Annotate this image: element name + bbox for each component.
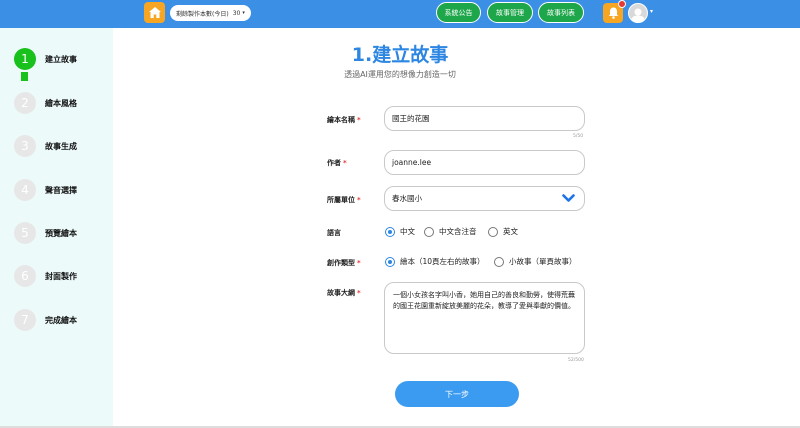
quota-label: 剩餘製作本數(今日) [176,10,229,18]
chevron-down-icon [562,194,575,202]
step-6[interactable]: 6 封面製作 [14,265,77,287]
nav-label: 故事列表 [547,8,575,17]
radio-dot [385,226,395,237]
language-label: 語言 [327,229,341,237]
step-label: 繪本風格 [45,98,77,108]
page-title: 1.建立故事 [351,44,449,66]
nav-label: 故事管理 [496,8,524,17]
step-number: 2 [14,92,36,114]
step-2[interactable]: 2 繪本風格 [14,92,77,114]
nav-label: 系統公告 [444,8,473,17]
next-button[interactable]: 下一步 [395,381,519,407]
step-label: 完成繪本 [45,315,77,325]
step-label: 預覽繪本 [45,228,77,238]
quota-badge[interactable]: 剩餘製作本數(今日) 30 ▾ [170,5,251,21]
language-radio-english[interactable]: 英文 [488,226,518,237]
story-name-input[interactable]: 國王的花園 [384,106,585,131]
unit-label: 所屬單位 * [327,196,361,204]
step-label: 聲音選擇 [45,185,77,195]
language-radio-zhuyin[interactable]: 中文含注音 [424,226,477,237]
step-number: 3 [14,135,36,157]
quota-value: 30 [232,9,241,17]
radio-dot [494,256,504,267]
nav-announcements-button[interactable]: 系統公告 [436,2,481,23]
outline-textarea[interactable]: 一個小女孩名字叫小香，她用自己的善良和勤勞，使得荒蕪的國王花園重新綻放美麗的花朵… [384,282,585,354]
top-bar: 剩餘製作本數(今日) 30 ▾ 系統公告 故事管理 故事列表 ▾ [0,0,800,28]
step-3[interactable]: 3 故事生成 [14,135,77,157]
radio-dot [488,226,498,237]
step-7[interactable]: 7 完成繪本 [14,309,77,331]
radio-label: 中文 [400,227,415,236]
type-radio-short-story[interactable]: 小故事（單頁故事） [494,256,577,267]
unit-value: 春水國小 [392,194,422,203]
author-value: joanne.lee [392,158,432,167]
home-button[interactable] [144,2,165,23]
step-5[interactable]: 5 預覽繪本 [14,222,77,244]
story-name-counter: 5/50 [573,134,584,139]
step-label: 封面製作 [45,271,77,281]
step-number: 5 [14,222,36,244]
step-number: 7 [14,309,36,331]
bell-icon [608,7,618,19]
step-number: 6 [14,265,36,287]
step-4[interactable]: 4 聲音選擇 [14,179,77,201]
chevron-down-icon: ▾ [242,10,245,16]
language-radio-chinese[interactable]: 中文 [385,226,415,237]
notification-button[interactable] [603,0,626,23]
chevron-down-icon[interactable]: ▾ [650,8,653,15]
nav-story-list-button[interactable]: 故事列表 [538,2,584,23]
type-label: 創作類型 * [327,259,361,267]
radio-dot [424,226,434,237]
notification-badge [618,0,626,8]
avatar[interactable] [628,3,648,23]
author-input[interactable]: joanne.lee [384,150,585,175]
radio-label: 中文含注音 [439,227,477,236]
story-name-value: 國王的花園 [392,114,430,123]
outline-label: 故事大綱 * [327,289,361,297]
page-subtitle: 透過AI運用您的想像力創造一切 [344,70,456,79]
nav-story-manage-button[interactable]: 故事管理 [487,2,533,23]
type-radio-picturebook[interactable]: 繪本（10頁左右的故事） [385,256,485,267]
step-label: 故事生成 [45,141,77,151]
radio-label: 繪本（10頁左右的故事） [400,257,485,266]
radio-label: 小故事（單頁故事） [509,257,577,266]
radio-dot [385,256,395,267]
story-name-label: 繪本名稱 * [327,116,361,124]
author-label: 作者 * [327,159,347,167]
outline-counter: 52/500 [568,358,584,363]
outline-value: 一個小女孩名字叫小香，她用自己的善良和勤勞，使得荒蕪的國王花園重新綻放美麗的花朵… [393,291,575,310]
home-icon [148,7,161,18]
unit-select[interactable]: 春水國小 [384,186,585,211]
step-number: 4 [14,179,36,201]
radio-label: 英文 [503,227,518,236]
user-icon [631,8,645,22]
